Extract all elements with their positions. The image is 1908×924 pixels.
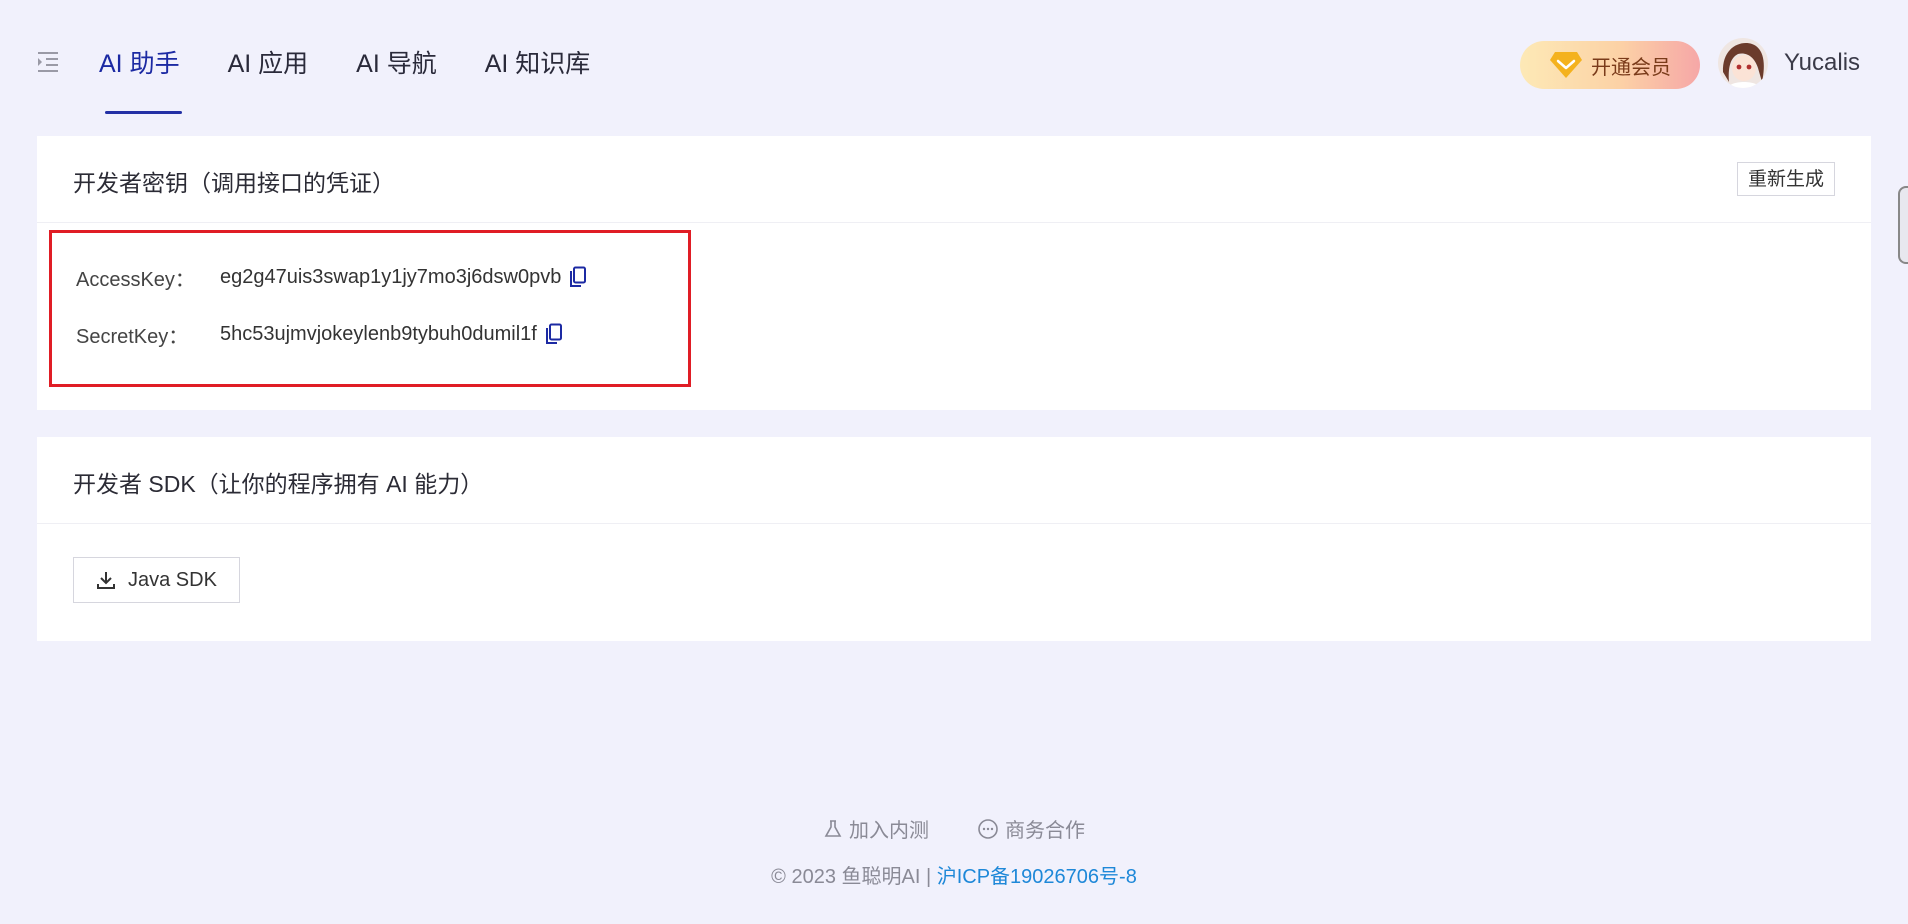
main-nav: AI 助手 AI 应用 AI 导航 AI 知识库 bbox=[99, 30, 638, 114]
nav-ai-apps[interactable]: AI 应用 bbox=[228, 30, 309, 100]
menu-toggle-icon[interactable] bbox=[36, 50, 60, 74]
join-beta-link[interactable]: 加入内测 bbox=[823, 814, 929, 843]
nav-ai-assistant[interactable]: AI 助手 bbox=[99, 30, 182, 114]
username: Yucalis bbox=[1784, 49, 1861, 76]
business-cooperation-label: 商务合作 bbox=[1005, 820, 1085, 842]
side-scroll-handle[interactable] bbox=[1898, 186, 1908, 264]
sdk-card-header: 开发者 SDK（让你的程序拥有 AI 能力） bbox=[37, 437, 1871, 524]
vip-membership-button[interactable]: 开通会员 bbox=[1520, 41, 1700, 89]
sdk-card-title: 开发者 SDK（让你的程序拥有 AI 能力） bbox=[73, 471, 484, 497]
secret-key-value: 5hc53ujmvjokeylenb9tybuh0dumil1f bbox=[220, 322, 537, 345]
copy-icon[interactable] bbox=[545, 323, 563, 345]
access-key-value: eg2g47uis3swap1y1jy7mo3j6dsw0pvb bbox=[220, 265, 562, 288]
top-header: AI 助手 AI 应用 AI 导航 AI 知识库 开通会员 Yucalis bbox=[0, 0, 1908, 130]
footer-copyright: © 2023 鱼聪明AI | 沪ICP备19026706号-8 bbox=[0, 860, 1908, 889]
keys-card-title: 开发者密钥（调用接口的凭证） bbox=[73, 170, 395, 196]
icp-link[interactable]: 沪ICP备19026706号-8 bbox=[937, 866, 1137, 888]
keys-card-header: 开发者密钥（调用接口的凭证） 重新生成 bbox=[37, 136, 1871, 223]
access-key-label: AccessKey： bbox=[76, 268, 195, 291]
secret-key-row: SecretKey： 5hc53ujmvjokeylenb9tybuh0dumi… bbox=[76, 319, 563, 349]
secret-key-label: SecretKey： bbox=[76, 325, 189, 348]
business-cooperation-link[interactable]: 商务合作 bbox=[977, 814, 1085, 843]
keys-highlight-box: AccessKey： eg2g47uis3swap1y1jy7mo3j6dsw0… bbox=[49, 230, 691, 387]
nav-ai-knowledge-base[interactable]: AI 知识库 bbox=[485, 30, 591, 100]
nav-ai-navigation[interactable]: AI 导航 bbox=[356, 30, 437, 100]
java-sdk-download-button[interactable]: Java SDK bbox=[73, 557, 240, 603]
beaker-icon bbox=[824, 819, 842, 837]
footer-links: 加入内测 商务合作 bbox=[0, 814, 1908, 843]
copyright-text: © 2023 鱼聪明AI | bbox=[771, 866, 937, 888]
join-beta-label: 加入内测 bbox=[849, 820, 929, 842]
developer-keys-card: 开发者密钥（调用接口的凭证） 重新生成 AccessKey： eg2g47uis… bbox=[37, 136, 1871, 410]
diamond-icon bbox=[1550, 52, 1582, 78]
vip-label: 开通会员 bbox=[1591, 56, 1671, 79]
java-sdk-label: Java SDK bbox=[128, 568, 217, 591]
chat-bubble-icon bbox=[978, 818, 998, 839]
user-menu[interactable]: Yucalis bbox=[1718, 38, 1860, 88]
developer-sdk-card: 开发者 SDK（让你的程序拥有 AI 能力） Java SDK bbox=[37, 437, 1871, 641]
regenerate-button[interactable]: 重新生成 bbox=[1736, 162, 1835, 196]
access-key-row: AccessKey： eg2g47uis3swap1y1jy7mo3j6dsw0… bbox=[76, 262, 587, 292]
download-icon bbox=[97, 572, 115, 589]
avatar[interactable] bbox=[1718, 38, 1768, 88]
copy-icon[interactable] bbox=[569, 266, 587, 288]
